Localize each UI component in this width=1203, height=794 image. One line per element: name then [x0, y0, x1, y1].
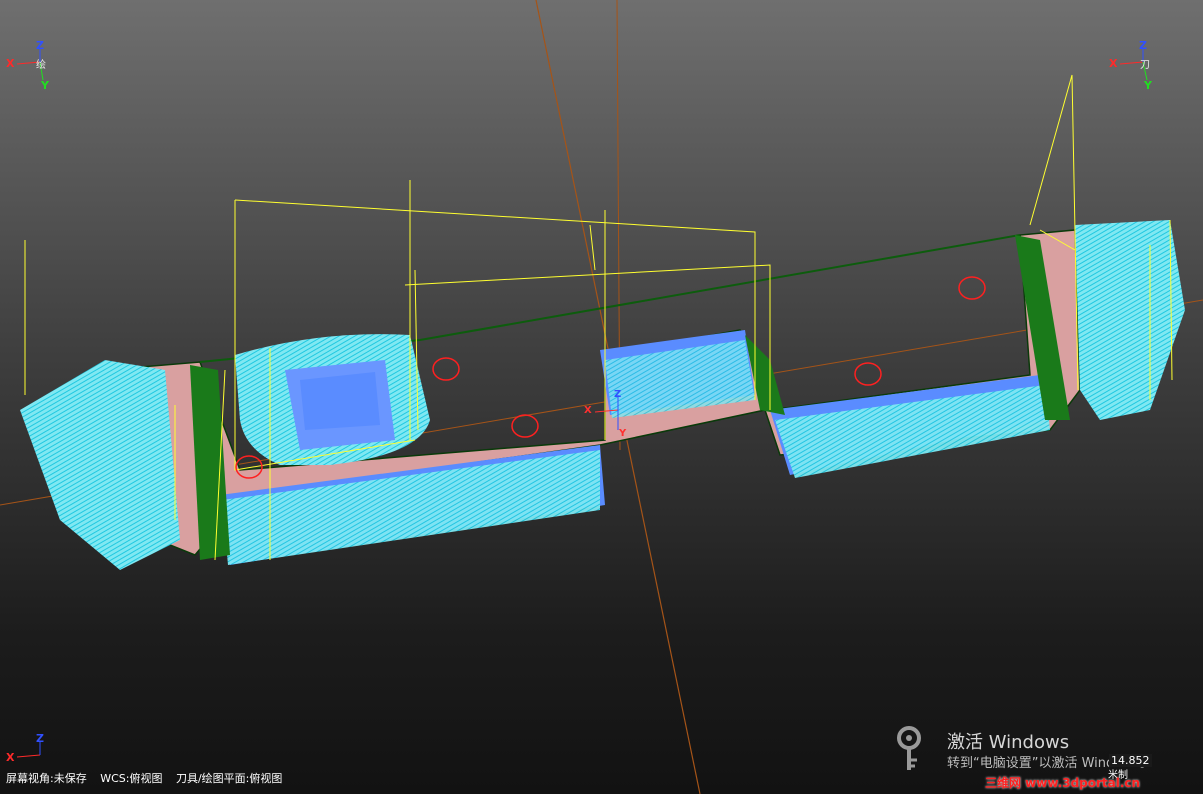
axis-z-label: Z: [36, 39, 44, 52]
brand-watermark: 三维网 www.3dportal.cn: [985, 776, 1141, 790]
axis-x-label: X: [1109, 57, 1118, 70]
tool-plane-status[interactable]: 刀具/绘图平面:俯视图: [176, 772, 282, 785]
activation-title: 激活 Windows: [947, 732, 1070, 753]
view-triad-bottom-left: X Z: [5, 733, 55, 768]
plane-tag: 绘: [36, 60, 46, 71]
graphics-viewport[interactable]: X Z Y 绘 X Z Y 刀 X Z X Z Y: [0, 0, 1203, 794]
axis-z-label: Z: [36, 732, 44, 745]
screen-view-status[interactable]: 屏幕视角:未保存: [6, 772, 87, 785]
axis-x-label: X: [6, 57, 15, 70]
origin-z-label: Z: [614, 389, 622, 400]
axis-z-label: Z: [1139, 39, 1147, 52]
axis-x-label: X: [6, 751, 15, 764]
view-triad-top-right: X Z Y 刀: [1105, 40, 1165, 100]
key-icon: [897, 726, 921, 770]
tool-tag: 刀: [1140, 60, 1150, 71]
origin-y-label: Y: [619, 428, 627, 439]
origin-x-label: X: [584, 405, 592, 416]
toolpath-right-end: [1075, 220, 1185, 420]
axis-y-label: Y: [41, 79, 49, 92]
status-bar: 屏幕视角:未保存 WCS:俯视图 刀具/绘图平面:俯视图: [6, 770, 292, 786]
axis-y-label: Y: [1144, 79, 1152, 92]
view-triad-top-left: X Z Y 绘: [5, 40, 65, 100]
wcs-status[interactable]: WCS:俯视图: [100, 772, 162, 785]
model-canvas[interactable]: [0, 0, 1203, 794]
pocket-left-deep: [300, 372, 380, 430]
toolpath-left-end: [20, 360, 180, 570]
